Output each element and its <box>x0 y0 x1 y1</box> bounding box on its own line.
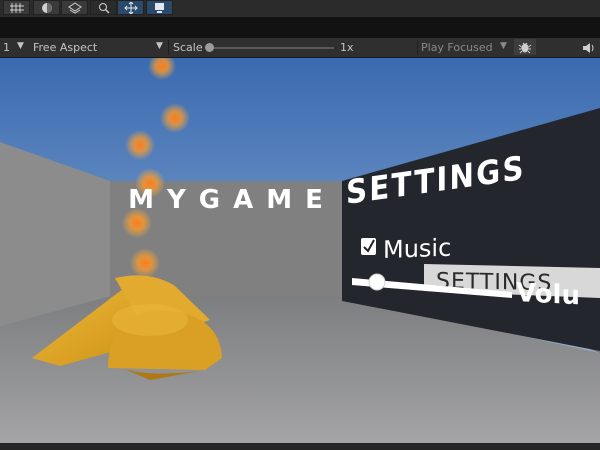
display-dropdown-icon[interactable]: ▼ <box>17 41 24 51</box>
layers-icon <box>68 2 82 14</box>
grid-icon <box>10 3 24 13</box>
search-tool-button[interactable] <box>90 0 117 15</box>
move-icon <box>124 2 138 14</box>
editor-spacer <box>0 17 600 38</box>
scene-toolbar <box>0 0 600 17</box>
debug-button[interactable] <box>514 39 536 55</box>
move-tool-button[interactable] <box>117 0 144 15</box>
scale-slider-handle[interactable] <box>205 43 214 52</box>
volume-slider-handle[interactable] <box>368 273 386 291</box>
game-title: MYGAME <box>128 185 336 215</box>
speaker-icon <box>583 43 594 53</box>
game-viewport[interactable]: MYGAME SETTINGS Music SETTINGS Volu <box>0 58 600 443</box>
divider <box>168 40 169 55</box>
play-focused-dropdown[interactable]: Play Focused <box>421 41 493 54</box>
scale-slider-track[interactable] <box>206 47 334 49</box>
layers-tool-button[interactable] <box>61 0 88 15</box>
game-view-bar: 1 ▼ Free Aspect ▼ Scale 1x Play Focused … <box>0 38 600 58</box>
aspect-chevron-down-icon[interactable]: ▼ <box>156 41 163 51</box>
scale-value: 1x <box>340 41 354 54</box>
screen-tool-button[interactable] <box>146 0 173 15</box>
display-number[interactable]: 1 <box>3 41 10 54</box>
music-toggle[interactable] <box>361 238 376 255</box>
play-focused-chevron-down-icon[interactable]: ▼ <box>500 41 507 51</box>
game-scene: MYGAME SETTINGS Music SETTINGS Volu <box>0 58 600 443</box>
divider <box>417 40 418 55</box>
bug-icon <box>518 42 532 54</box>
screen-icon <box>155 3 164 13</box>
search-icon <box>99 3 110 14</box>
volume-label: Volu <box>516 278 580 311</box>
music-label: Music <box>383 234 451 264</box>
sphere-icon <box>42 3 52 13</box>
aspect-dropdown[interactable]: Free Aspect <box>33 41 97 54</box>
mute-button[interactable] <box>580 40 597 55</box>
bottom-edge <box>0 443 600 450</box>
shading-tool-button[interactable] <box>33 0 60 15</box>
grid-tool-button[interactable] <box>3 0 30 15</box>
scale-label: Scale <box>173 41 203 54</box>
